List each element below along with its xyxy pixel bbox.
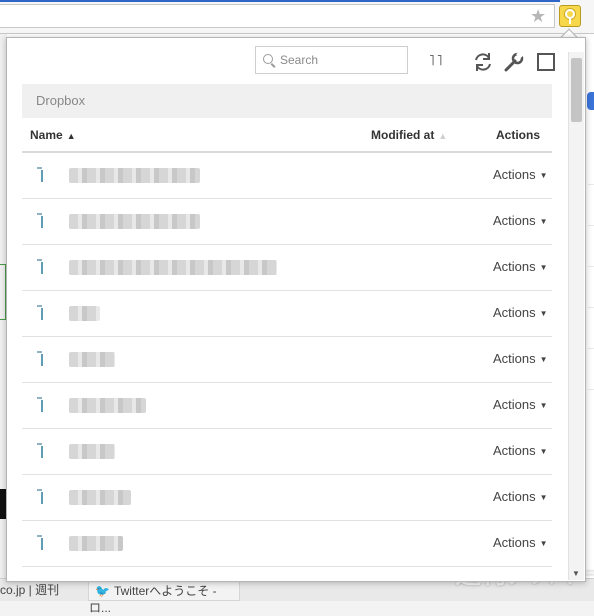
caret-down-icon: ▼ [539, 447, 548, 456]
sort-neutral-icon: ▲ [438, 131, 448, 141]
table-row[interactable]: Actions ▼ [22, 199, 552, 245]
wrench-icon[interactable] [503, 51, 525, 73]
file-icon [37, 489, 46, 505]
blurred-file-name[interactable] [69, 260, 277, 275]
file-icon [37, 397, 46, 413]
actions-dropdown[interactable]: Actions ▼ [493, 535, 548, 550]
file-icon [37, 443, 46, 459]
table-row[interactable]: Actions ▼ [22, 291, 552, 337]
actions-dropdown[interactable]: Actions ▼ [493, 213, 548, 228]
popup-toolbar: ˥˥ [7, 38, 569, 86]
caret-down-icon: ▼ [539, 171, 548, 180]
file-icon [37, 259, 46, 275]
blurred-file-name[interactable] [69, 398, 146, 413]
table-row[interactable]: Actions ▼ [22, 521, 552, 567]
blurred-file-name[interactable] [69, 444, 115, 459]
caret-down-icon: ▼ [539, 539, 548, 548]
tab-twitter[interactable]: 🐦 Twitterへようこそ - ロ... [88, 581, 240, 615]
file-icon [37, 351, 46, 367]
file-icon [37, 305, 46, 321]
caret-down-icon: ▼ [539, 493, 548, 502]
twitter-bird-icon: 🐦 [95, 584, 110, 598]
actions-dropdown[interactable]: Actions ▼ [493, 167, 548, 182]
table-row[interactable]: Actions ▼ [22, 153, 552, 199]
actions-dropdown[interactable]: Actions ▼ [493, 259, 548, 274]
table-row[interactable]: Actions ▼ [22, 337, 552, 383]
caret-down-icon: ▼ [539, 355, 548, 364]
extension-button[interactable] [559, 5, 581, 27]
breadcrumb[interactable]: Dropbox [22, 84, 552, 118]
search-input[interactable] [280, 51, 400, 69]
sort-asc-icon: ▲ [66, 131, 76, 141]
browser-toolbar: ★ [0, 0, 594, 34]
search-icon [263, 54, 273, 64]
scroll-down-icon[interactable]: ▼ [572, 569, 580, 578]
actions-dropdown[interactable]: Actions ▼ [493, 305, 548, 320]
blurred-file-name[interactable] [69, 490, 131, 505]
file-icon [37, 213, 46, 229]
actions-dropdown[interactable]: Actions ▼ [493, 397, 548, 412]
caret-down-icon: ▼ [539, 401, 548, 410]
caret-down-icon: ▼ [539, 309, 548, 318]
actions-dropdown[interactable]: Actions ▼ [493, 443, 548, 458]
window-accent-line [0, 0, 560, 2]
blurred-file-name[interactable] [69, 536, 123, 551]
blurred-file-name[interactable] [69, 168, 200, 183]
sync-icon[interactable] [472, 51, 494, 73]
background-page-right [586, 34, 594, 600]
blurred-file-name[interactable] [69, 214, 200, 229]
blurred-file-name[interactable] [69, 306, 100, 321]
caret-down-icon: ▼ [539, 217, 548, 226]
file-icon [37, 535, 46, 551]
dropbox-popup: ˥˥ Dropbox Name▲ Modified at▲ Actions Ac… [6, 37, 586, 582]
blurred-file-name[interactable] [69, 352, 115, 367]
table-row[interactable]: Actions ▼ [22, 383, 552, 429]
actions-header: Actions [496, 128, 541, 142]
file-table: Name ▲ Modified at ▲ Actions Actions ▼ Acti… [22, 118, 552, 567]
star-icon[interactable]: ★ [530, 7, 546, 25]
table-header: Name ▲ Modified at ▲ Actions [22, 118, 552, 153]
search-box[interactable] [255, 46, 408, 74]
address-bar[interactable] [0, 4, 555, 28]
popup-scrollbar[interactable]: ▼ [568, 52, 584, 580]
actions-dropdown[interactable]: Actions ▼ [493, 489, 548, 504]
table-row[interactable]: Actions ▼ [22, 475, 552, 521]
caret-down-icon: ▼ [539, 263, 548, 272]
dropbox-logo-icon[interactable]: ˥˥ [429, 51, 451, 73]
scrollbar-thumb[interactable] [571, 58, 582, 122]
sort-by-modified[interactable]: Modified at ▲ [371, 128, 447, 142]
actions-dropdown[interactable]: Actions ▼ [493, 351, 548, 366]
file-icon [37, 167, 46, 183]
window-icon[interactable] [537, 53, 555, 71]
tab-label[interactable]: co.jp | 週刊 [0, 581, 59, 598]
sort-by-name[interactable]: Name ▲ [30, 128, 76, 142]
table-row[interactable]: Actions ▼ [22, 245, 552, 291]
table-row[interactable]: Actions ▼ [22, 429, 552, 475]
